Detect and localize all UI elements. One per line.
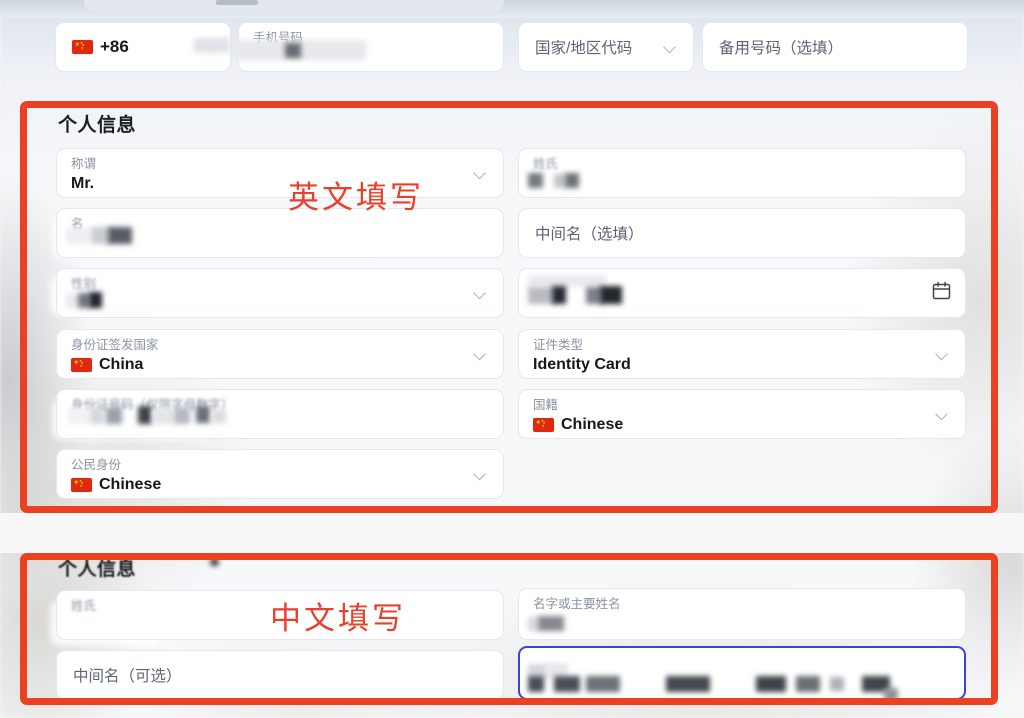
nationality-value: ★ ★ ★ ★ Chinese — [533, 415, 623, 435]
surname-redaction-3 — [565, 173, 579, 188]
chevron-down-icon — [474, 470, 489, 479]
english-annotation-text: 英文填写 — [288, 180, 424, 216]
gender-label: 性别 — [71, 277, 97, 291]
id-issue-country-text: China — [99, 356, 144, 373]
app-page: ★ ★ ★ ★ +86 手机号码 国家/地区代码 备用号码（选填） 个人信息 称谓 M… — [0, 0, 1024, 718]
cn-flag-icon: ★ ★ ★ ★ — [72, 40, 93, 54]
focused-field-redaction-h — [796, 676, 820, 692]
nationality-text: Chinese — [561, 416, 624, 433]
id-number-field[interactable]: 身份证号码（仅限字母数字） — [56, 389, 504, 439]
chevron-down-icon — [936, 350, 951, 359]
region-code-placeholder: 国家/地区代码 — [535, 40, 633, 57]
focused-field-redaction-d — [554, 676, 580, 692]
focused-field-redaction-c — [528, 676, 544, 692]
gender-redaction-3 — [89, 292, 102, 308]
salutation-value: Mr. — [71, 175, 95, 192]
chinese-section-title: 个人信息 — [58, 559, 137, 580]
surname-label: 姓氏 — [533, 157, 559, 171]
focused-field-redaction-f — [666, 676, 710, 692]
focused-field-redaction-k — [884, 688, 898, 702]
focused-field-redaction-e — [586, 676, 620, 692]
surname-cn-label: 姓氏 — [71, 599, 97, 613]
focused-field-redaction-i — [830, 677, 844, 691]
id-number-redaction-e — [152, 408, 174, 424]
id-number-redaction-f — [174, 407, 190, 424]
id-number-redaction-a — [68, 408, 90, 424]
given-name-cn-redaction-2 — [538, 616, 564, 631]
cn-flag-icon: ★ ★ ★ ★ — [71, 478, 92, 492]
spare-phone-placeholder: 备用号码（选填） — [719, 40, 844, 57]
spare-phone-field[interactable]: 备用号码（选填） — [702, 22, 968, 72]
given-name-redaction — [66, 228, 94, 244]
nationality-label: 国籍 — [533, 398, 559, 412]
chevron-down-icon — [474, 289, 489, 298]
chevron-down-icon — [664, 43, 679, 52]
id-issue-country-value: ★ ★ ★ ★ China — [71, 355, 143, 375]
id-number-redaction-d — [138, 406, 152, 424]
citizenship-field[interactable]: 公民身份 ★ ★ ★ ★ Chinese — [56, 449, 504, 499]
middle-name-cn-placeholder: 中间名（可选） — [73, 668, 182, 685]
given-name-redaction-3 — [108, 227, 132, 244]
id-issue-country-label: 身份证签发国家 — [71, 338, 159, 352]
top-card-glyph — [216, 0, 258, 5]
id-number-redaction-h — [212, 409, 226, 423]
middle-name-cn-field[interactable]: 中间名（可选） — [56, 650, 504, 700]
id-number-redaction-g — [196, 406, 210, 423]
document-type-field[interactable]: 证件类型 Identity Card — [518, 329, 966, 379]
nationality-field[interactable]: 国籍 ★ ★ ★ ★ Chinese — [518, 389, 966, 439]
middle-name-field[interactable]: 中间名（选填） — [518, 208, 966, 258]
citizenship-label: 公民身份 — [71, 458, 122, 472]
english-section-title: 个人信息 — [58, 115, 137, 136]
top-card-stub — [84, 0, 504, 12]
cn-flag-icon: ★ ★ ★ ★ — [533, 418, 554, 432]
birth-date-label-redaction — [528, 275, 606, 287]
chinese-annotation-text: 中文填写 — [270, 601, 406, 637]
given-name-cn-label: 名字或主要姓名 — [533, 597, 621, 611]
salutation-label: 称谓 — [71, 157, 97, 171]
cn-flag-icon: ★ ★ ★ ★ — [71, 358, 92, 372]
country-code-redaction — [194, 38, 230, 53]
region-code-field[interactable]: 国家/地区代码 — [518, 22, 694, 72]
focused-field-redaction-g — [756, 676, 786, 692]
chevron-down-icon — [474, 350, 489, 359]
given-name-cn-field[interactable]: 名字或主要姓名 — [518, 588, 966, 640]
birth-date-redaction-4 — [600, 286, 622, 304]
document-type-label: 证件类型 — [533, 338, 584, 352]
salutation-field[interactable]: 称谓 Mr. — [56, 148, 504, 198]
id-issue-country-field[interactable]: 身份证签发国家 ★ ★ ★ ★ China — [56, 329, 504, 379]
chevron-down-icon — [474, 169, 489, 178]
chevron-down-icon — [936, 410, 951, 419]
title-dot-artifact — [210, 558, 219, 566]
phone-redaction — [236, 40, 366, 60]
citizenship-text: Chinese — [99, 476, 162, 493]
surname-redaction-1 — [528, 173, 543, 188]
birth-date-redaction-1 — [528, 287, 554, 304]
surname-field[interactable]: 姓氏 — [518, 148, 966, 198]
middle-name-placeholder: 中间名（选填） — [535, 226, 644, 243]
country-code-value: +86 — [100, 37, 129, 56]
birth-date-redaction-2 — [552, 286, 566, 304]
document-type-value: Identity Card — [533, 356, 631, 373]
calendar-icon — [932, 281, 951, 305]
gender-field[interactable]: 性别 — [56, 268, 504, 318]
id-number-redaction-c — [106, 407, 122, 424]
phone-redaction-dark — [285, 43, 301, 58]
id-number-redaction-b — [90, 407, 104, 424]
section-gap — [0, 513, 1024, 553]
citizenship-value: ★ ★ ★ ★ Chinese — [71, 475, 161, 495]
